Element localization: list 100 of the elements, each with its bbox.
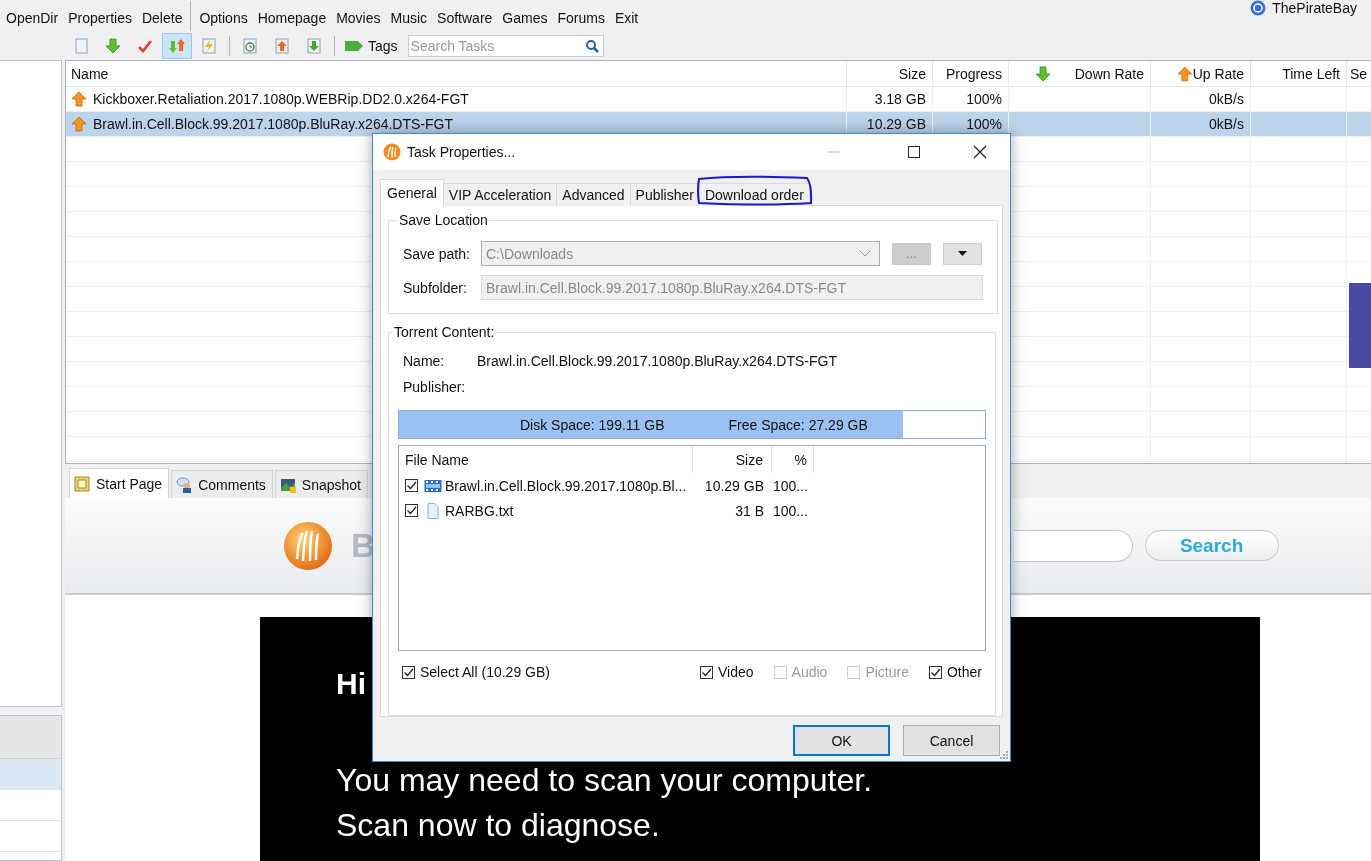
task-name: Kickboxer.Retaliation.2017.1080p.WEBRip.DD2.0.x264-FGT bbox=[93, 91, 469, 107]
table-cell: 0kB/s bbox=[1209, 91, 1244, 107]
table-cell: 0kB/s bbox=[1209, 116, 1244, 132]
globe-icon bbox=[1250, 0, 1267, 16]
checkbox[interactable] bbox=[402, 665, 415, 679]
checkbox[interactable] bbox=[929, 665, 942, 679]
toolbar-button[interactable]: Games bbox=[497, 7, 553, 29]
tab[interactable]: Comments bbox=[171, 470, 273, 498]
lightning-icon bbox=[201, 37, 217, 54]
tab[interactable]: VIP Acceleration bbox=[442, 183, 558, 206]
toolbar-button[interactable]: OpenDir bbox=[1, 7, 64, 29]
field-label: Publisher: bbox=[403, 379, 467, 395]
tab[interactable]: General bbox=[380, 179, 444, 206]
ad-text: You may need to scan your computer. bbox=[336, 761, 873, 800]
column-header[interactable]: Time Left bbox=[1251, 61, 1347, 86]
ad-text: Scan now to diagnose. bbox=[336, 806, 660, 845]
toolbar-button[interactable] bbox=[162, 32, 192, 59]
caret-icon bbox=[958, 251, 967, 256]
tag-icon bbox=[344, 38, 364, 53]
checkbox-label: Picture bbox=[865, 664, 909, 680]
close-icon[interactable] bbox=[973, 145, 987, 159]
task-name: Brawl.in.Cell.Block.99.2017.1080p.BluRay.x264.DTS-FGT bbox=[93, 116, 453, 132]
field-value: Brawl.in.Cell.Block.99.2017.1080p.BluRay.x264.DTS-FGT bbox=[477, 353, 837, 369]
column-header[interactable]: Se bbox=[1347, 61, 1371, 86]
toolbar-button[interactable]: Music bbox=[385, 7, 433, 29]
cancel-button[interactable]: Cancel bbox=[903, 725, 1000, 756]
tab[interactable]: Publisher bbox=[629, 183, 700, 206]
upload-icon bbox=[274, 37, 290, 54]
table-cell-text: 100... bbox=[772, 501, 809, 521]
down-arrow-icon bbox=[1035, 65, 1051, 82]
down-arrow-icon bbox=[105, 37, 121, 54]
tab[interactable]: Snapshot bbox=[274, 470, 368, 498]
upload-arrow-icon bbox=[71, 116, 87, 132]
chevron-down-icon bbox=[859, 249, 871, 258]
toolbar-button[interactable]: Exit bbox=[609, 7, 644, 29]
search-icon bbox=[584, 38, 599, 53]
upload-arrow-icon bbox=[71, 91, 87, 107]
checkbox[interactable] bbox=[700, 665, 714, 679]
column-header[interactable]: Name bbox=[66, 61, 847, 86]
search-field[interactable]: Search Tasks bbox=[407, 34, 604, 57]
panel-header bbox=[0, 716, 61, 759]
checkbox[interactable] bbox=[405, 479, 418, 492]
column-header[interactable]: Up Rate bbox=[1151, 61, 1251, 86]
image-icon bbox=[279, 476, 296, 493]
column-header[interactable]: Size bbox=[847, 61, 933, 86]
table-cell: 100% bbox=[966, 116, 1002, 132]
toolbar-button[interactable]: Forums bbox=[552, 7, 610, 29]
toolbar-button[interactable]: Delete bbox=[136, 7, 188, 29]
toolbar-button[interactable]: Software bbox=[432, 7, 498, 29]
account-link[interactable]: ThePirateBay bbox=[1272, 0, 1357, 16]
table-cell-text: 10.29 GB bbox=[703, 476, 765, 496]
document-icon bbox=[424, 502, 442, 519]
field-label: Name: bbox=[403, 353, 446, 369]
toolbar-button[interactable]: Homepage bbox=[252, 7, 332, 29]
toolbar-button[interactable]: Options bbox=[194, 7, 253, 29]
page-icon bbox=[74, 475, 90, 492]
maximize-icon[interactable] bbox=[907, 145, 921, 159]
page-icon bbox=[73, 37, 89, 54]
checkbox-label: Other bbox=[947, 664, 982, 680]
file-name: RARBG.txt bbox=[445, 502, 514, 519]
search-field[interactable] bbox=[1013, 529, 1133, 562]
free-space-text: Free Space: 27.29 GB bbox=[728, 416, 868, 433]
app-icon bbox=[383, 143, 401, 161]
disk-space-text: Disk Space: 199.11 GB bbox=[520, 416, 665, 433]
task-row[interactable]: Brawl.in.Cell.Block.99.2017.1080p.BluRay.x264.DTS-FGT 10.29 GB 100% 0kB/s bbox=[66, 112, 1371, 137]
up-arrow-icon bbox=[1177, 65, 1193, 82]
group-label: Torrent Content: bbox=[393, 324, 496, 340]
download-icon bbox=[306, 37, 322, 54]
person-icon bbox=[176, 476, 193, 493]
column-header[interactable]: Size bbox=[693, 446, 772, 473]
column-header[interactable]: Progress bbox=[933, 61, 1009, 86]
resize-grip-icon[interactable] bbox=[1000, 751, 1008, 759]
group-label: Save Location bbox=[398, 212, 489, 228]
checkbox-label: Select All (10.29 GB) bbox=[420, 664, 550, 680]
logo-text: B bbox=[351, 526, 376, 565]
ok-button[interactable]: OK bbox=[793, 725, 890, 756]
tab[interactable]: Advanced bbox=[556, 183, 631, 206]
up-down-arrows-icon bbox=[169, 37, 185, 54]
checkbox[interactable] bbox=[405, 504, 418, 517]
ad-text: Hi bbox=[336, 667, 367, 701]
film-icon bbox=[424, 477, 442, 494]
tab[interactable]: Start Page bbox=[69, 468, 170, 498]
toolbar-button[interactable]: Movies bbox=[331, 7, 386, 29]
table-cell-text: 31 B bbox=[734, 501, 765, 521]
field-label: Subfolder: bbox=[403, 279, 468, 296]
tags-button[interactable]: Tags bbox=[340, 37, 406, 54]
file-name: Brawl.in.Cell.Block.99.2017.1080p.Bl... bbox=[445, 477, 687, 494]
window-title: Task Properties... bbox=[407, 144, 517, 160]
column-header[interactable]: % bbox=[772, 446, 814, 473]
clock-icon bbox=[242, 37, 258, 54]
dropdown-button[interactable] bbox=[943, 242, 982, 265]
table-cell: 10.29 GB bbox=[866, 116, 926, 132]
table-cell: 3.18 GB bbox=[874, 91, 926, 107]
table-cell: 100% bbox=[966, 91, 1002, 107]
toolbar-button[interactable]: Properties bbox=[63, 7, 137, 29]
checkbox-label: Audio bbox=[791, 664, 828, 680]
column-header[interactable]: File Name bbox=[399, 446, 693, 473]
logo-icon bbox=[283, 520, 333, 571]
field-label: Save path: bbox=[403, 245, 471, 262]
column-header[interactable]: Down Rate bbox=[1009, 61, 1151, 86]
